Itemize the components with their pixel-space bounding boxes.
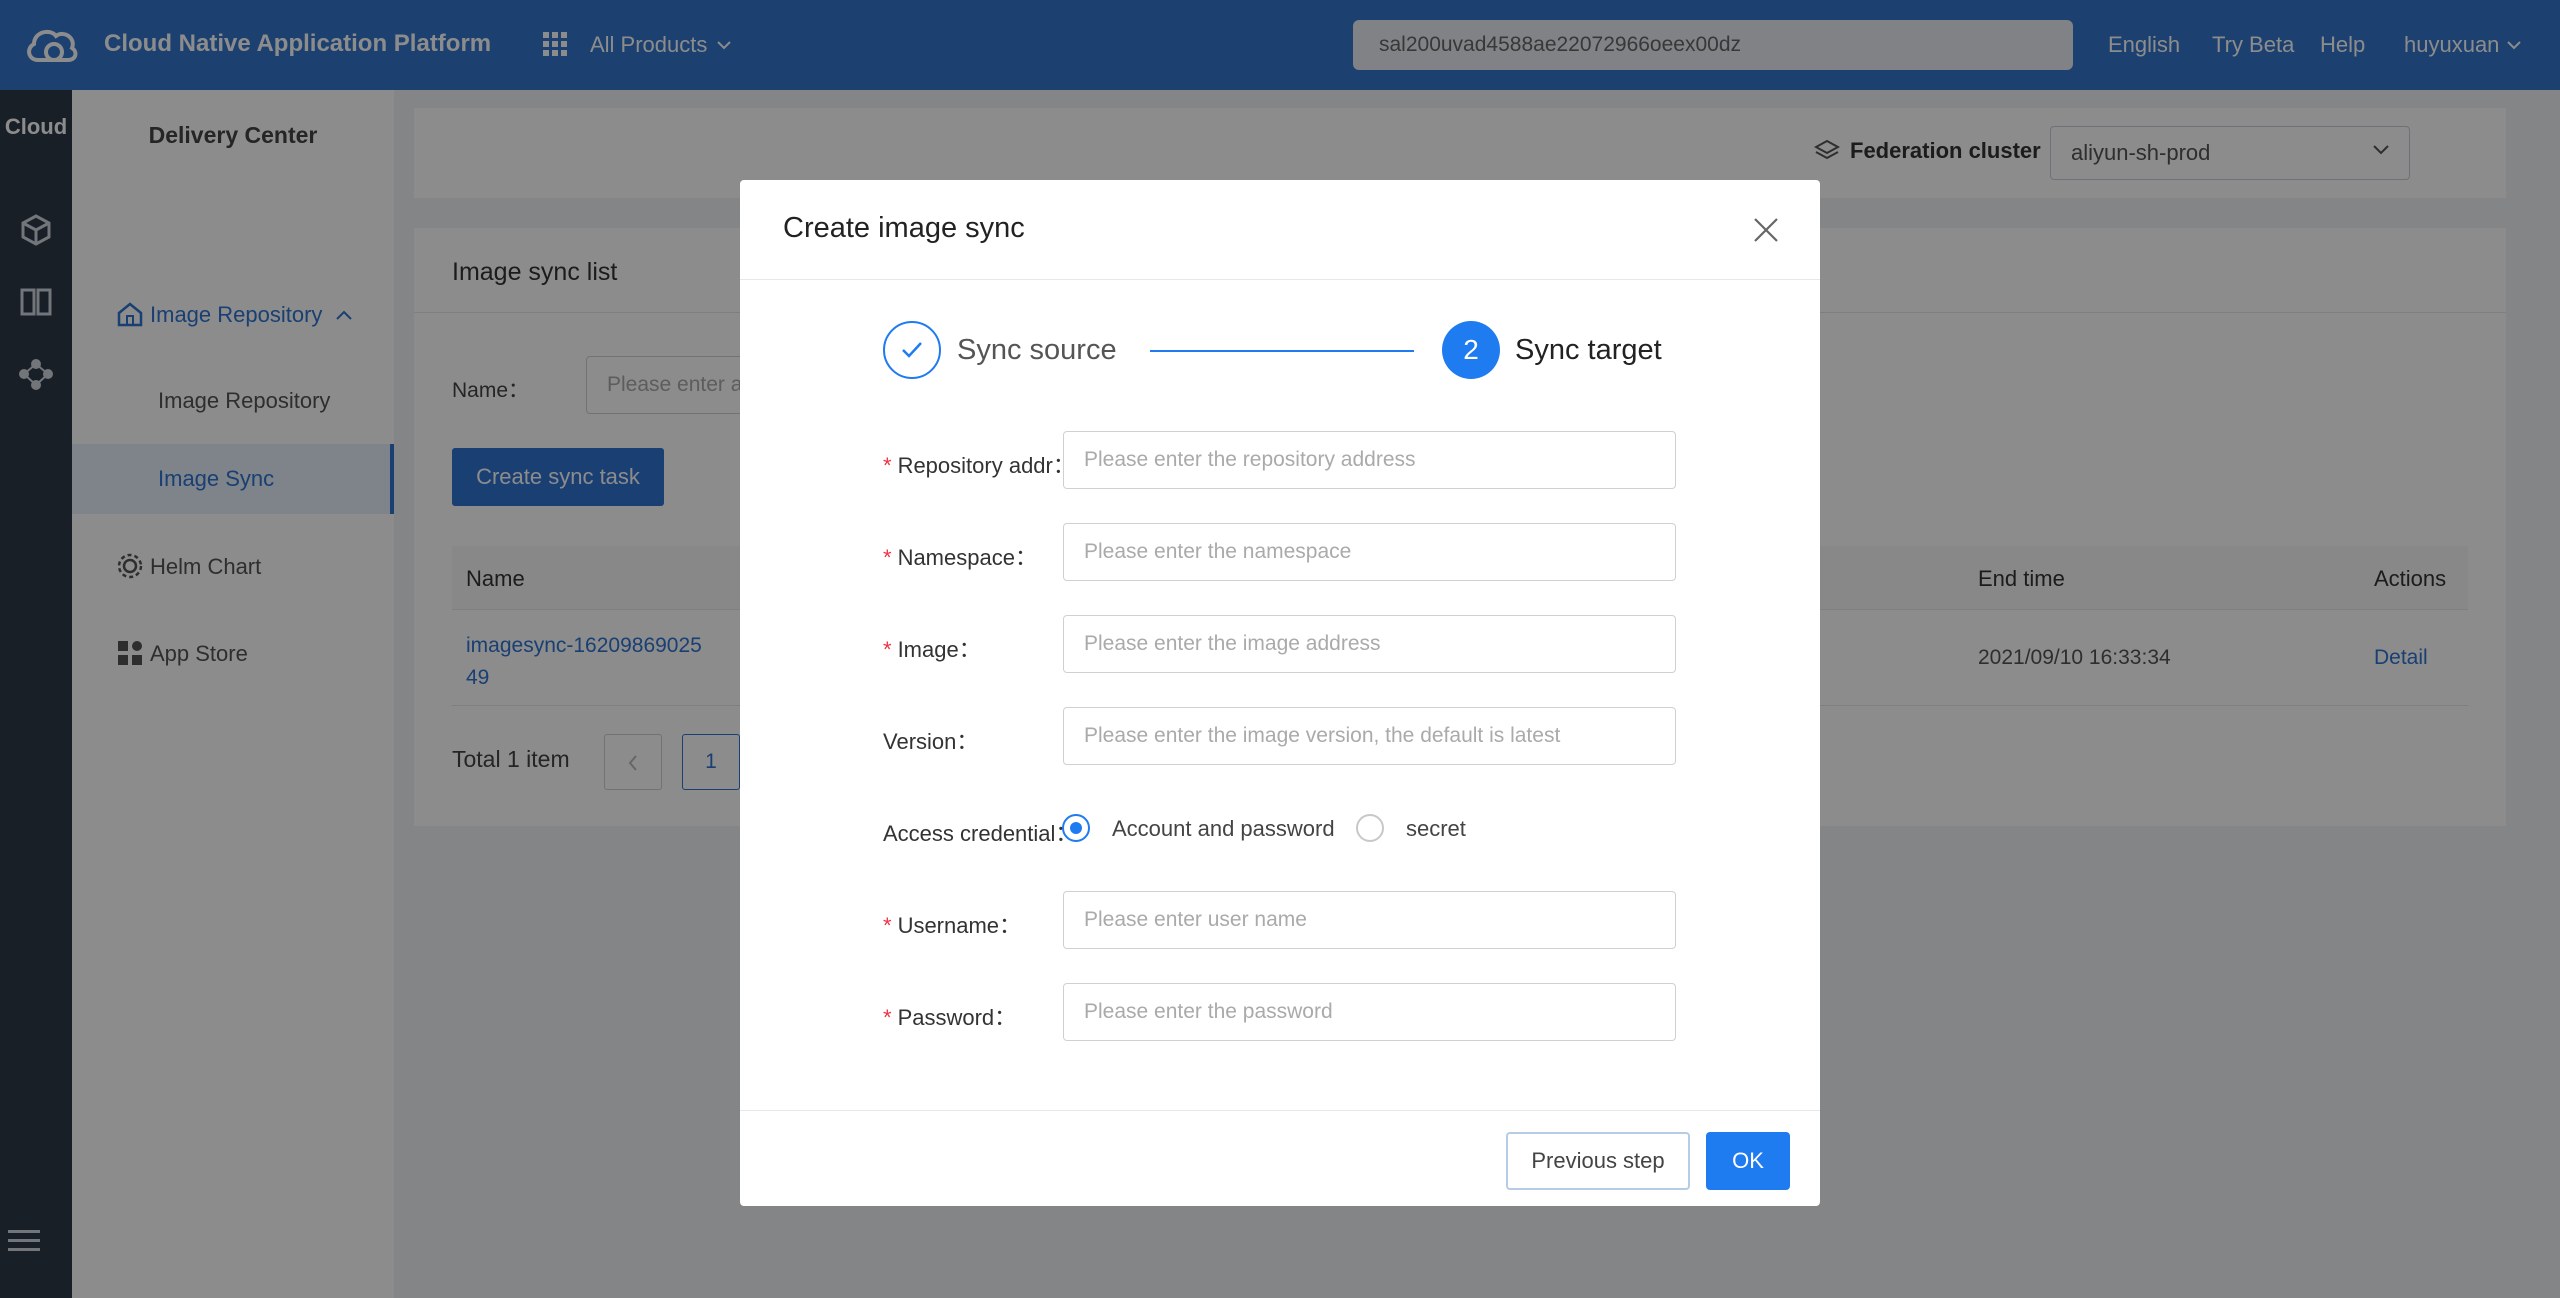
repository-addr-input[interactable]: Please enter the repository address	[1063, 431, 1676, 489]
image-label-text: Image：	[897, 637, 981, 662]
username-label-text: Username：	[897, 913, 1022, 938]
version-label: Version：	[883, 729, 979, 754]
step-2-label: Sync target	[1515, 334, 1662, 366]
required-mark: *	[883, 913, 892, 938]
close-icon[interactable]	[1752, 216, 1780, 244]
namespace-label: * Namespace：	[883, 540, 1037, 572]
namespace-label-text: Namespace：	[897, 545, 1037, 570]
credential-account-password-radio[interactable]	[1062, 814, 1090, 842]
repository-addr-label-text: Repository addr：	[897, 453, 1075, 478]
version-input[interactable]: Please enter the image version, the defa…	[1063, 707, 1676, 765]
required-mark: *	[883, 1005, 892, 1030]
credential-option-secret[interactable]: secret	[1406, 816, 1466, 842]
dialog-title: Create image sync	[783, 212, 1025, 244]
namespace-input[interactable]: Please enter the namespace	[1063, 523, 1676, 581]
image-label: * Image：	[883, 632, 981, 664]
dialog-header: Create image sync	[740, 180, 1820, 280]
ok-button[interactable]: OK	[1706, 1132, 1790, 1190]
username-label: * Username：	[883, 908, 1021, 940]
password-label: * Password：	[883, 1000, 1016, 1032]
required-mark: *	[883, 453, 892, 478]
credential-secret-radio[interactable]	[1356, 814, 1384, 842]
step-1-label: Sync source	[957, 334, 1117, 366]
image-input[interactable]: Please enter the image address	[1063, 615, 1676, 673]
required-mark: *	[883, 545, 892, 570]
step-connector	[1150, 350, 1414, 352]
step-1-done-icon	[883, 321, 941, 379]
step-2-number: 2	[1442, 321, 1500, 379]
password-input[interactable]: Please enter the password	[1063, 983, 1676, 1041]
access-credential-label: Access credential：	[883, 821, 1078, 846]
credential-option-account-password[interactable]: Account and password	[1112, 816, 1335, 842]
previous-step-button[interactable]: Previous step	[1506, 1132, 1690, 1190]
repository-addr-label: * Repository addr：	[883, 448, 1075, 480]
username-input[interactable]: Please enter user name	[1063, 891, 1676, 949]
required-mark: *	[883, 637, 892, 662]
create-image-sync-dialog: Create image sync Sync source 2 Sync tar…	[740, 180, 1820, 1206]
password-label-text: Password：	[897, 1005, 1017, 1030]
dialog-footer-divider	[740, 1110, 1820, 1111]
